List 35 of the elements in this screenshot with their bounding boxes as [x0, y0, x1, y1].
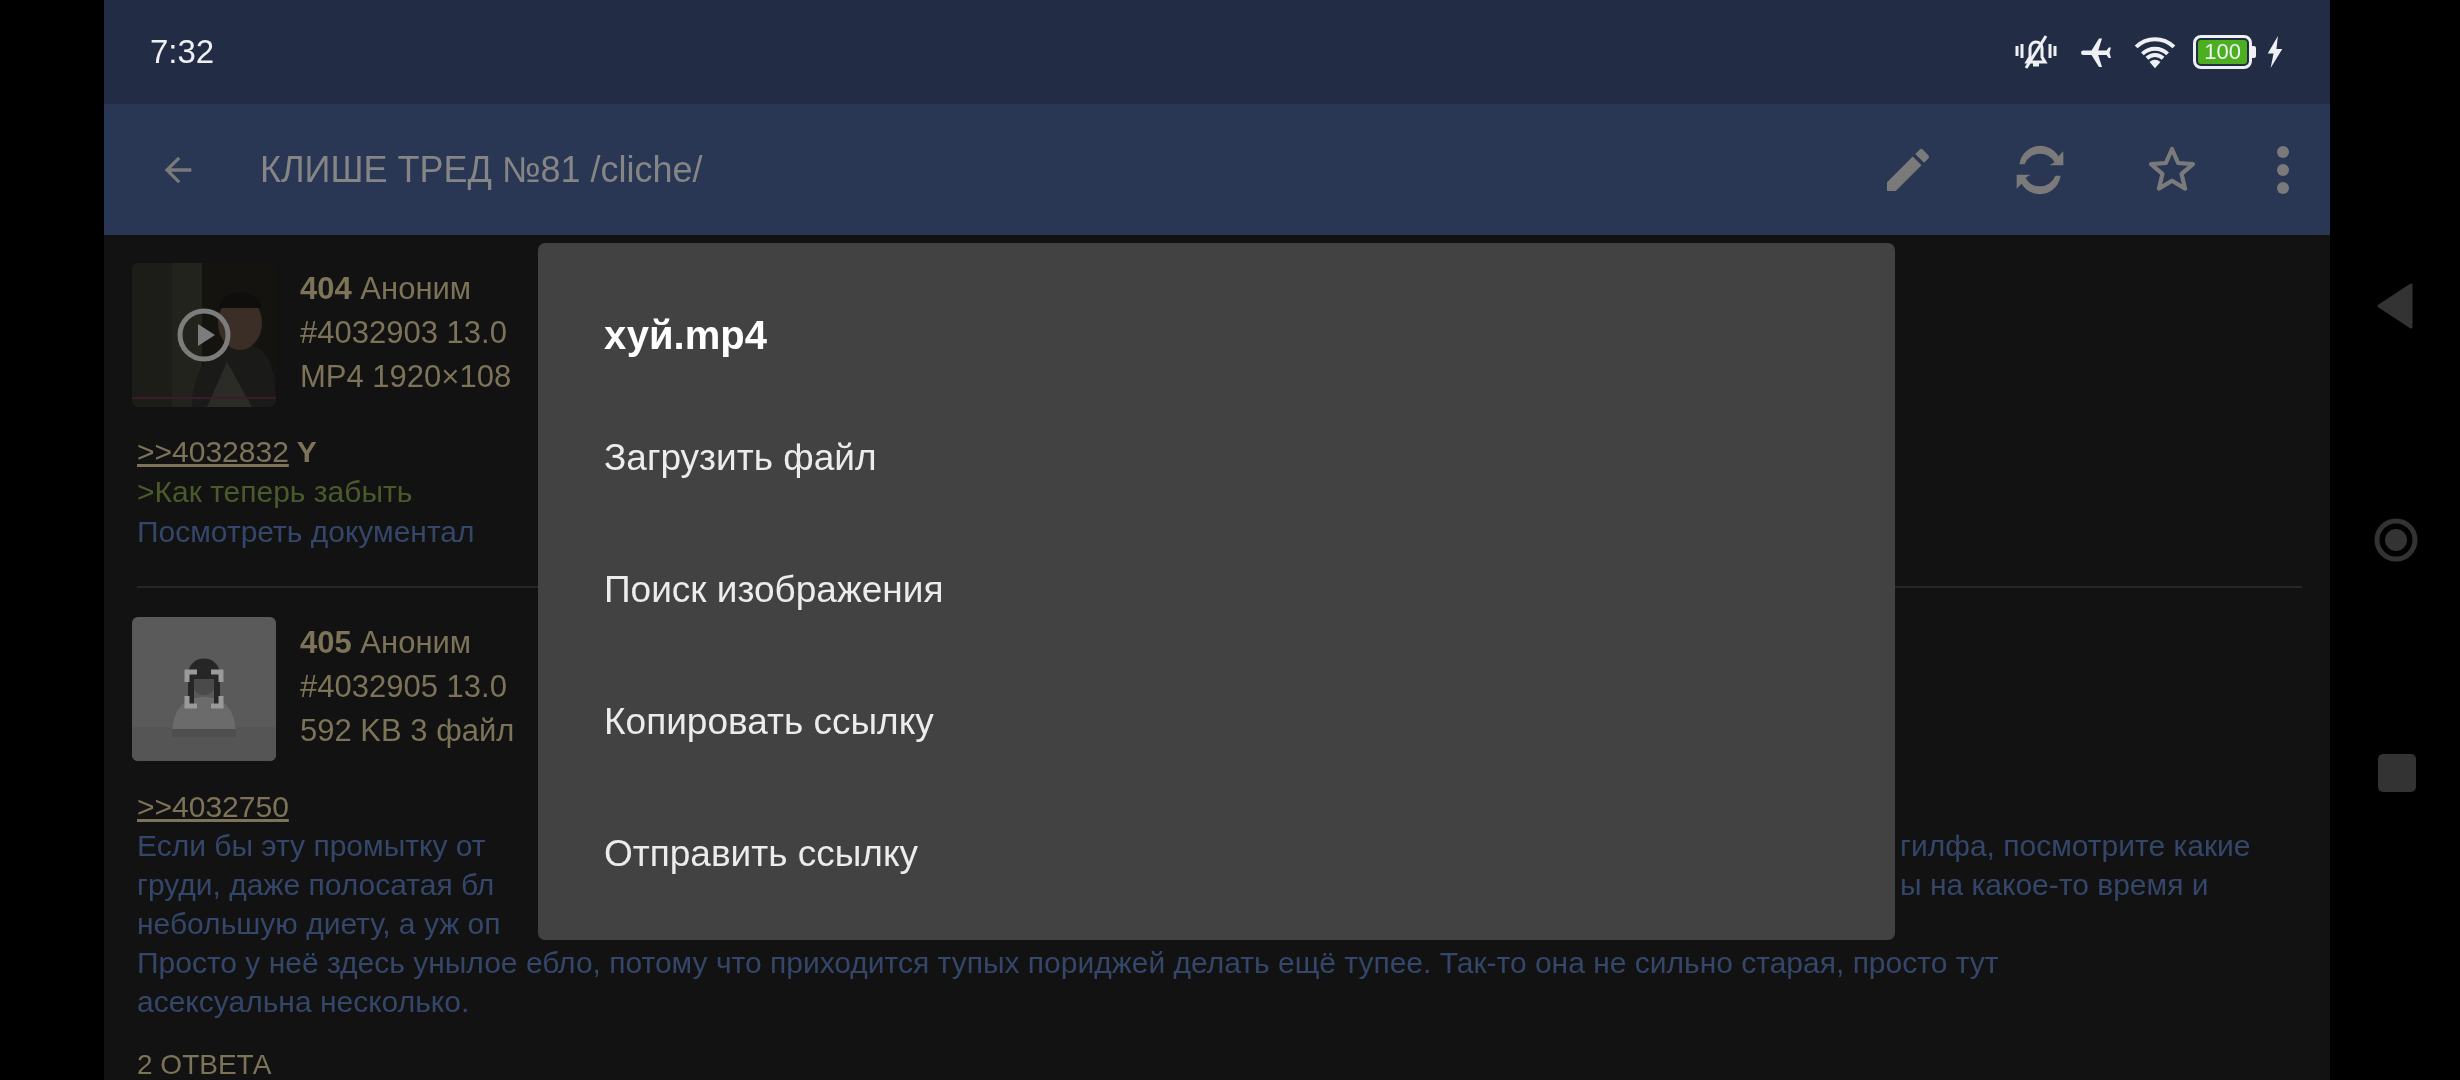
play-icon[interactable] [177, 308, 231, 362]
dialog-title: хуй.mp4 [603, 312, 768, 359]
post-text: Посмотреть документал [137, 514, 475, 550]
reply-link[interactable]: >>4032750 [137, 787, 289, 826]
post-text: Просто у неё здесь унылое ебло, потому что приходится тупых пориджей делать ещё тупее. Так-то она не сильно старая, просто тут [137, 945, 1999, 981]
post-meta: #4032905 13.0 [300, 668, 508, 706]
wifi-icon [2133, 34, 2178, 70]
post-text: Если бы эту промытку от [137, 828, 486, 864]
back-triangle-icon[interactable] [2377, 283, 2413, 329]
expand-corners-icon[interactable] [184, 669, 224, 709]
post-meta: #4032903 13.0 [300, 314, 508, 352]
thread-title: КЛИШЕ ТРЕД №81 /cliche/ [260, 147, 703, 192]
post-header: 404 Аноним [300, 270, 473, 308]
recents-square-icon[interactable] [2377, 753, 2417, 793]
home-circle-icon[interactable] [2373, 517, 2419, 563]
menu-item[interactable]: Загрузить файл [538, 392, 1895, 524]
post-meta: MP4 1920×108 [300, 358, 512, 396]
post-text: ы на какое-то время и [1900, 867, 2209, 903]
menu-item[interactable]: Копировать ссылку [538, 656, 1895, 788]
post-text: небольшую диету, а уж оп [137, 906, 501, 942]
menu-item[interactable]: Отправить ссылку [538, 788, 1895, 920]
replies-count[interactable]: 2 ОТВЕТА [137, 1052, 272, 1078]
quote-text: >Как теперь забыть [137, 474, 413, 510]
post-header: 405 Аноним [300, 624, 473, 662]
status-time: 7:32 [150, 32, 215, 73]
charging-bolt-icon [2266, 36, 2284, 68]
post-text: груди, даже полосатая бл [137, 867, 495, 903]
post-text: асексуальна несколько. [137, 984, 470, 1020]
menu-item[interactable]: Поиск изображения [538, 524, 1895, 656]
post-text: гилфа, посмотрите какие [1900, 828, 2251, 864]
reply-link[interactable]: >>4032832 [137, 432, 289, 472]
more-menu-icon[interactable] [2276, 144, 2290, 195]
post-meta: 592 KB 3 файл [300, 712, 515, 750]
battery-level: 100 [2198, 40, 2247, 64]
post-text: Y [296, 434, 317, 470]
